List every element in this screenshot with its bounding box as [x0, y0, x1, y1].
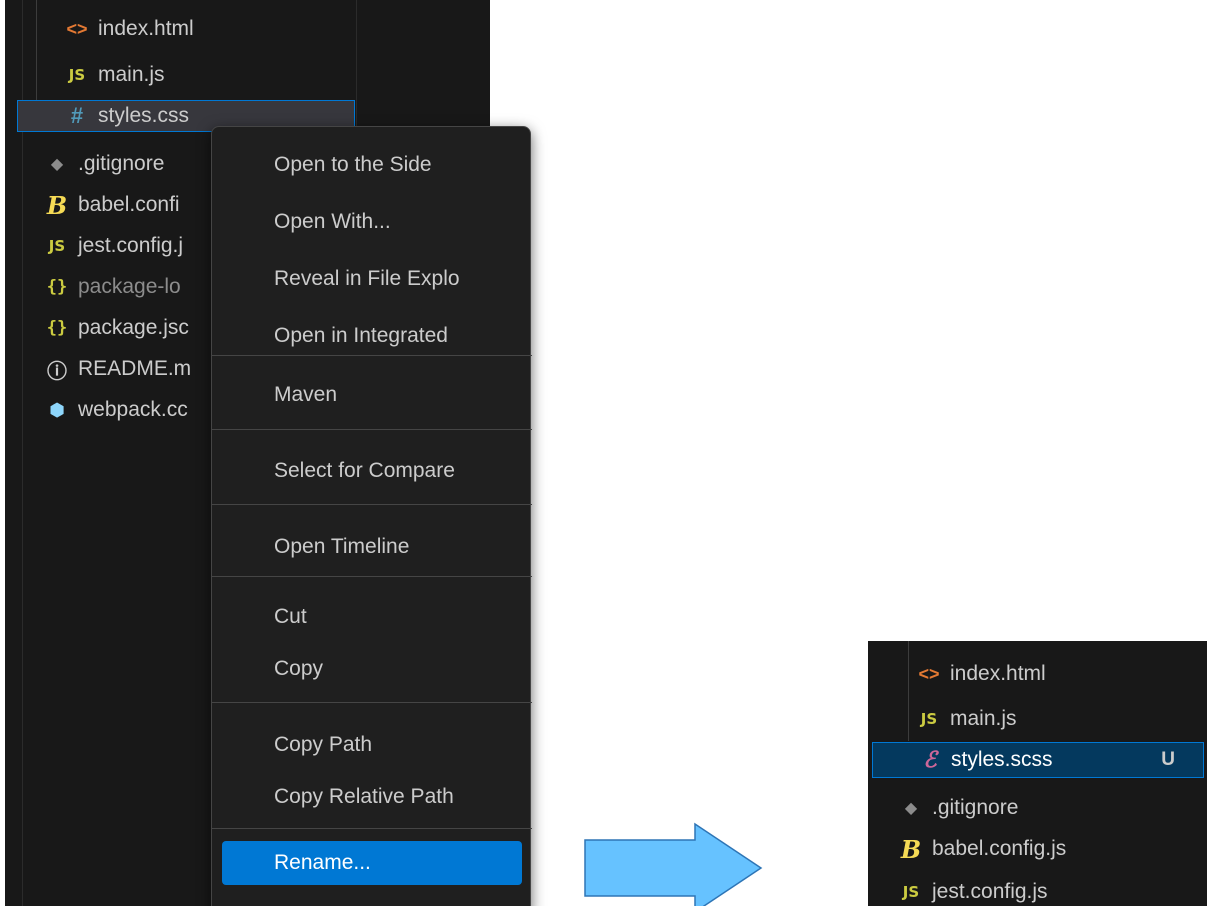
git-icon: ◆	[904, 800, 918, 817]
file-name: babel.confi	[78, 193, 180, 216]
file-name: README.m	[78, 357, 192, 380]
js-icon: JS	[920, 710, 938, 728]
menu-item-open-in-terminal[interactable]: Open in Integrated	[274, 314, 448, 358]
menu-separator	[212, 504, 532, 505]
file-item-index-html[interactable]: <> index.html	[66, 13, 194, 45]
file-name: styles.css	[98, 104, 190, 127]
file-name: jest.config.j	[78, 234, 184, 257]
file-item-main-js[interactable]: JS main.js	[66, 59, 165, 91]
file-item-jest-config[interactable]: JS jest.config.js	[900, 876, 1048, 906]
menu-item-copy[interactable]: Copy	[274, 647, 323, 691]
file-name: index.html	[98, 17, 194, 40]
file-name: styles.scss	[951, 748, 1053, 771]
left-edge	[0, 0, 5, 906]
file-item-webpack-config[interactable]: ⬢ webpack.cc	[46, 394, 188, 426]
menu-separator	[212, 702, 532, 703]
js-icon: JS	[902, 883, 920, 901]
file-item-index-html[interactable]: <> index.html	[918, 658, 1046, 690]
git-icon: ◆	[50, 156, 64, 173]
file-name: main.js	[950, 707, 1017, 730]
json-icon: {}	[46, 318, 68, 338]
js-icon: JS	[48, 237, 66, 255]
file-item-babel-config[interactable]: B babel.config.js	[900, 833, 1066, 865]
menu-item-rename[interactable]: Rename...	[222, 841, 522, 885]
file-item-styles-scss[interactable]: ℰ styles.scss U	[872, 742, 1204, 778]
file-item-gitignore[interactable]: ◆ .gitignore	[900, 792, 1019, 824]
explorer-border	[22, 0, 23, 906]
info-icon: ⓘ	[47, 360, 67, 383]
file-name: package-lo	[78, 275, 181, 298]
menu-item-cut[interactable]: Cut	[274, 595, 307, 639]
untracked-badge: U	[1161, 749, 1175, 770]
menu-item-maven[interactable]: Maven	[274, 373, 337, 417]
menu-separator	[212, 576, 532, 577]
file-item-babel-config[interactable]: B babel.confi	[46, 189, 180, 221]
file-item-package-lock[interactable]: {} package-lo	[46, 271, 181, 303]
explorer-panel-after: <> index.html JS main.js ℰ styles.scss U…	[868, 641, 1207, 906]
file-name: webpack.cc	[78, 398, 188, 421]
file-name: babel.config.js	[932, 837, 1067, 860]
json-icon: {}	[46, 277, 68, 297]
file-item-jest-config[interactable]: JS jest.config.j	[46, 230, 183, 262]
file-name: index.html	[950, 662, 1046, 685]
file-item-package-json[interactable]: {} package.jsc	[46, 312, 189, 344]
transition-arrow	[584, 822, 763, 906]
file-name: .gitignore	[78, 152, 165, 175]
babel-icon: B	[900, 834, 922, 864]
tree-divider	[356, 0, 357, 130]
menu-item-open-timeline[interactable]: Open Timeline	[274, 525, 409, 569]
file-name: main.js	[98, 63, 165, 86]
file-name: .gitignore	[932, 796, 1019, 819]
html-icon: <>	[66, 18, 88, 39]
webpack-icon: ⬢	[49, 399, 65, 420]
menu-item-open-with[interactable]: Open With...	[274, 200, 391, 244]
menu-item-copy-relative-path[interactable]: Copy Relative Path	[274, 775, 454, 819]
babel-icon: B	[46, 190, 68, 220]
file-item-main-js[interactable]: JS main.js	[918, 703, 1017, 735]
context-menu: Open to the Side Open With... Reveal in …	[211, 126, 532, 906]
css-hash-icon: #	[70, 103, 84, 128]
menu-separator	[212, 429, 532, 430]
file-name: jest.config.js	[932, 880, 1048, 903]
sass-icon: ℰ	[923, 747, 937, 773]
menu-item-select-for-compare[interactable]: Select for Compare	[274, 449, 455, 493]
menu-item-reveal-in-explorer[interactable]: Reveal in File Explo	[274, 257, 460, 301]
menu-separator	[212, 355, 532, 356]
file-item-readme[interactable]: ⓘ README.m	[46, 353, 191, 385]
menu-separator	[212, 828, 532, 829]
html-icon: <>	[918, 663, 940, 684]
js-icon: JS	[68, 66, 86, 84]
file-item-gitignore[interactable]: ◆ .gitignore	[46, 148, 165, 180]
menu-item-copy-path[interactable]: Copy Path	[274, 723, 372, 767]
file-name: package.jsc	[78, 316, 189, 339]
menu-item-open-to-side[interactable]: Open to the Side	[274, 143, 432, 187]
indent-guide	[908, 641, 909, 741]
